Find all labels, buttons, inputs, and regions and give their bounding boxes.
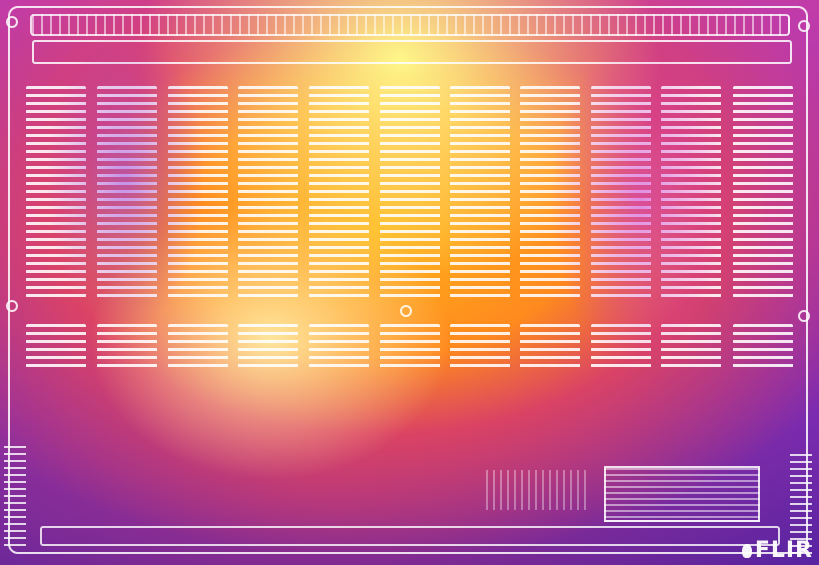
vent-column — [520, 86, 580, 298]
logo-text: FLIR — [754, 538, 813, 563]
screw-icon — [6, 300, 18, 312]
label-plate — [604, 466, 760, 522]
vent-column — [733, 86, 793, 298]
screw-icon — [400, 305, 412, 317]
vent-column — [661, 86, 721, 298]
lower-vent — [520, 324, 580, 370]
lower-vent — [97, 324, 157, 370]
lower-vent — [661, 324, 721, 370]
flame-logo-icon — [741, 544, 752, 558]
screw-icon — [798, 310, 810, 322]
regulatory-marks — [486, 470, 586, 510]
lower-vent — [591, 324, 651, 370]
vent-column — [380, 86, 440, 298]
flir-logo: FLIR — [741, 538, 813, 563]
lower-vent — [309, 324, 369, 370]
vent-column — [26, 86, 86, 298]
side-vent — [4, 446, 26, 546]
lower-vent — [733, 324, 793, 370]
vent-column — [309, 86, 369, 298]
vent-column — [591, 86, 651, 298]
vent-column — [168, 86, 228, 298]
lower-vent — [380, 324, 440, 370]
thermal-image: FLIR — [0, 0, 819, 565]
lower-vent — [168, 324, 228, 370]
vent-column — [97, 86, 157, 298]
vent-column — [238, 86, 298, 298]
top-edge-vent — [30, 14, 790, 36]
lower-vent — [450, 324, 510, 370]
bottom-edge — [40, 526, 780, 546]
lower-vent — [238, 324, 298, 370]
vent-column — [450, 86, 510, 298]
screw-icon — [6, 16, 18, 28]
top-slot — [32, 40, 792, 64]
screw-icon — [798, 20, 810, 32]
lower-vent — [26, 324, 86, 370]
